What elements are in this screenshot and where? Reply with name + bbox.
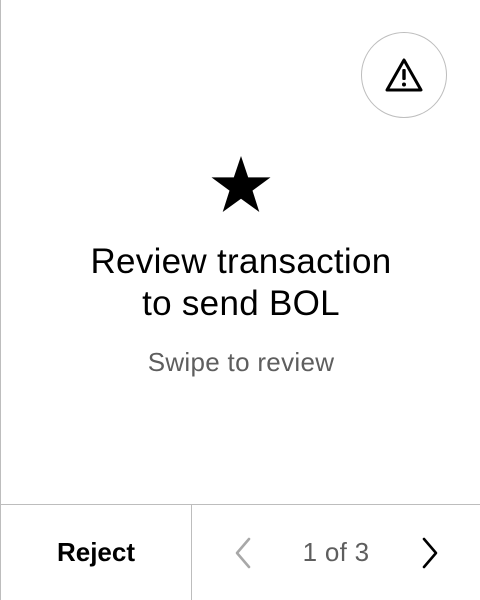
next-page-button[interactable] (410, 533, 450, 573)
star-icon (211, 156, 271, 212)
swipe-hint: Swipe to review (147, 347, 335, 377)
warning-button[interactable] (361, 32, 447, 118)
chevron-left-icon (235, 537, 251, 569)
reject-button[interactable]: Reject (1, 505, 192, 600)
review-screen: Review transaction to send BOL Swipe to … (0, 0, 480, 600)
chevron-right-icon (422, 537, 438, 569)
page-indicator: 1 of 3 (302, 537, 370, 567)
pager: 1 of 3 (193, 505, 480, 600)
title-line-2: to send BOL (142, 284, 340, 323)
footer-bar: Reject 1 of 3 (1, 504, 480, 600)
page-title: Review transaction to send BOL (1, 241, 480, 325)
warning-triangle-icon (385, 58, 423, 92)
title-line-1: Review transaction (90, 242, 392, 281)
previous-page-button[interactable] (223, 533, 263, 573)
